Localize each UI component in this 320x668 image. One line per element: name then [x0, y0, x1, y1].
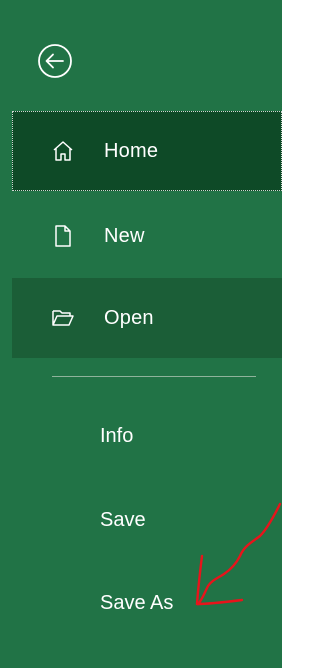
menu-divider: [52, 376, 256, 377]
back-arrow-circle-icon: [38, 44, 72, 78]
nav-item-open[interactable]: Open: [12, 278, 282, 358]
home-icon: [51, 139, 75, 163]
new-document-icon: [51, 224, 75, 248]
backstage-panel: Home New Open Info Save Save As: [0, 0, 282, 668]
menu-item-save[interactable]: Save: [100, 508, 146, 532]
nav-new-label: New: [104, 224, 145, 247]
nav-item-new[interactable]: New: [12, 196, 282, 276]
nav-open-label: Open: [104, 306, 154, 329]
menu-item-save-as[interactable]: Save As: [100, 591, 173, 615]
back-button[interactable]: [36, 42, 74, 80]
nav-item-home[interactable]: Home: [12, 111, 282, 191]
nav-home-label: Home: [104, 139, 159, 162]
red-arrow-annotation: [195, 502, 282, 606]
menu-item-info[interactable]: Info: [100, 424, 133, 448]
open-folder-icon: [51, 306, 75, 330]
